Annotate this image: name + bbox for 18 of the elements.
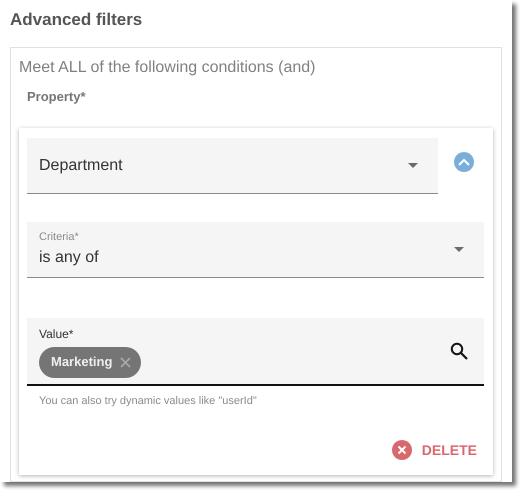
criteria-select[interactable]: Criteria* is any of — [27, 222, 484, 278]
caret-icon — [454, 247, 464, 252]
chevron-up-icon — [458, 158, 470, 166]
property-select[interactable]: Department — [27, 138, 438, 194]
collapse-button[interactable] — [454, 152, 474, 172]
criteria-value: is any of — [39, 248, 99, 268]
cancel-icon — [392, 440, 412, 460]
value-chip[interactable]: Marketing — [39, 346, 142, 378]
value-label: Value* — [39, 326, 74, 342]
property-label: Property* — [27, 88, 86, 106]
group-description: Meet ALL of the following conditions (and) — [19, 58, 316, 78]
criteria-label: Criteria* — [39, 230, 79, 246]
search-icon[interactable] — [450, 342, 468, 360]
remove-icon[interactable] — [120, 356, 132, 368]
panel-title: Advanced filters — [10, 9, 142, 31]
helper-text: You can also try dynamic values like "userId" — [39, 394, 257, 409]
caret-icon — [408, 163, 418, 168]
value-field[interactable]: Value* Marketing — [27, 318, 484, 386]
